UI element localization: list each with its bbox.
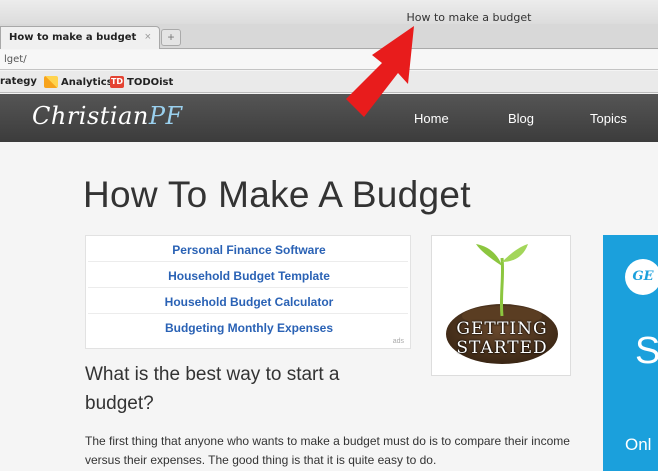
red-arrow-icon bbox=[346, 26, 414, 117]
